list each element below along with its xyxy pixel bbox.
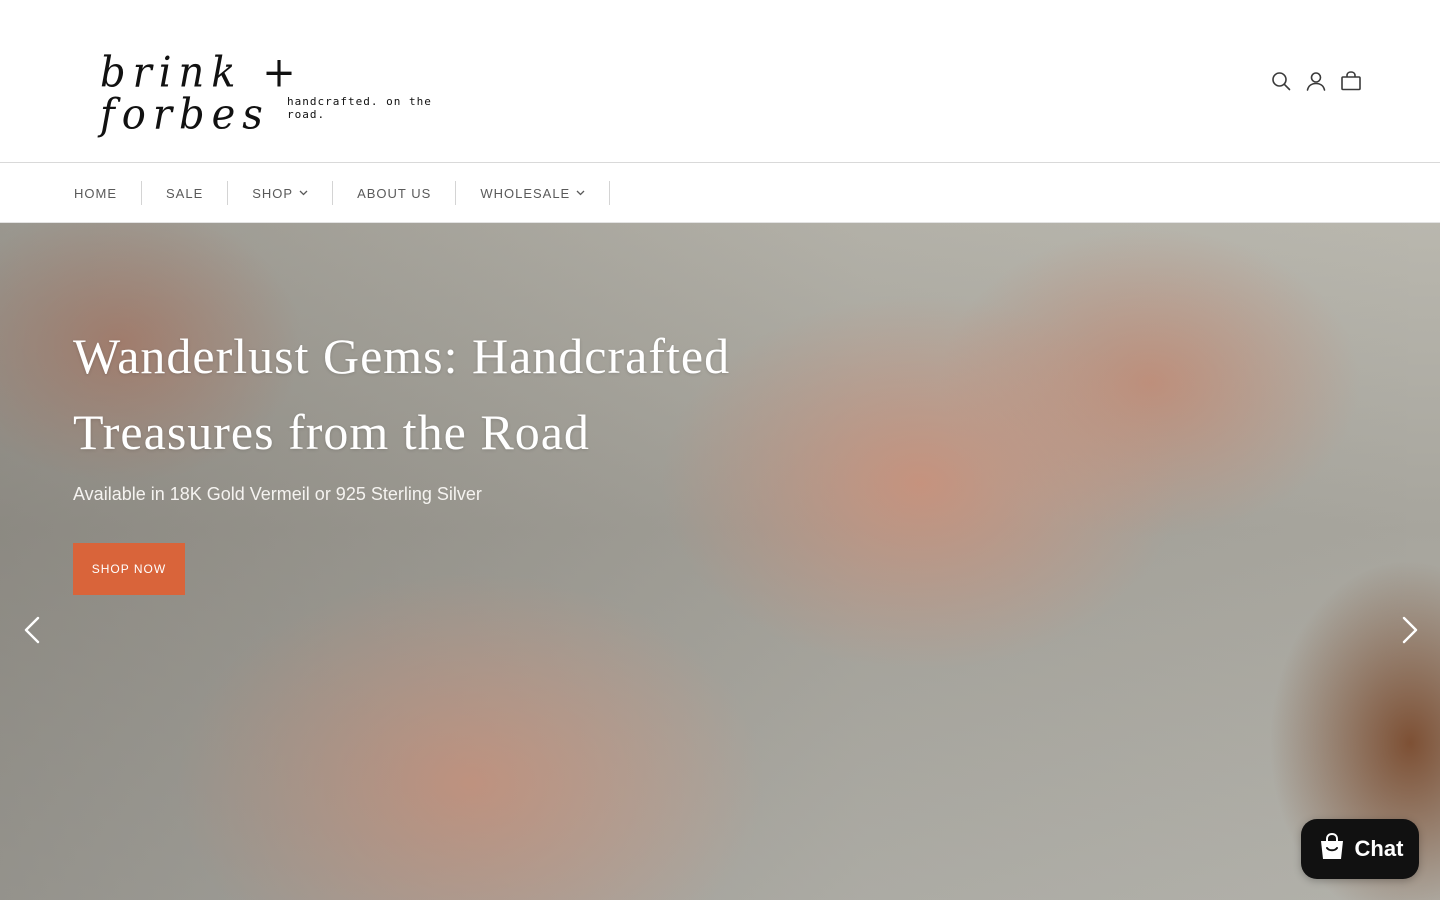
chat-bag-icon bbox=[1317, 832, 1347, 866]
nav-item-label: SHOP bbox=[252, 185, 294, 201]
nav-list: HOME SALE SHOP ABOUT US WHOLESALE bbox=[50, 181, 611, 205]
hero-subtitle: Available in 18K Gold Vermeil or 925 Ste… bbox=[73, 484, 482, 504]
chevron-right-icon[interactable] bbox=[1395, 613, 1425, 647]
hero-slideshow: Wanderlust Gems: Handcrafted Treasures f… bbox=[0, 223, 1440, 900]
header-actions bbox=[1270, 70, 1362, 92]
nav-item-label: HOME bbox=[74, 185, 117, 201]
nav-item-label: WHOLESALE bbox=[480, 185, 571, 201]
hero-title-line-1: Wanderlust Gems: Handcrafted bbox=[73, 328, 731, 384]
shop-now-button[interactable]: SHOP NOW bbox=[73, 543, 185, 595]
hero-content: Wanderlust Gems: Handcrafted Treasures f… bbox=[73, 318, 853, 595]
hero-title-line-2: Treasures from the Road bbox=[73, 404, 590, 460]
logo-tagline: handcrafted. on the road. bbox=[287, 95, 432, 121]
logo-wordmark: brink + forbes bbox=[100, 48, 303, 140]
search-icon[interactable] bbox=[1270, 70, 1292, 92]
nav-item-wholesale[interactable]: WHOLESALE bbox=[456, 181, 611, 205]
nav-item-label: ABOUT US bbox=[357, 185, 432, 201]
nav-item-about-us[interactable]: ABOUT US bbox=[333, 181, 457, 205]
brand-logo[interactable]: brink + forbes handcrafted. on the road. bbox=[100, 48, 460, 136]
chat-label: Chat bbox=[1354, 836, 1404, 861]
nav-item-home[interactable]: HOME bbox=[50, 181, 142, 205]
chevron-down-icon bbox=[299, 190, 308, 196]
nav-item-sale[interactable]: SALE bbox=[142, 181, 229, 205]
chat-button[interactable]: Chat bbox=[1301, 819, 1419, 879]
hero-title: Wanderlust Gems: Handcrafted Treasures f… bbox=[73, 318, 853, 470]
chevron-left-icon[interactable] bbox=[17, 613, 47, 647]
cart-icon[interactable] bbox=[1340, 70, 1362, 92]
nav-item-label: SALE bbox=[166, 185, 204, 201]
chevron-down-icon bbox=[576, 190, 585, 196]
account-icon[interactable] bbox=[1305, 70, 1327, 92]
main-navigation: HOME SALE SHOP ABOUT US WHOLESALE bbox=[0, 163, 1440, 223]
site-header: brink + forbes handcrafted. on the road. bbox=[0, 0, 1440, 163]
nav-item-shop[interactable]: SHOP bbox=[228, 181, 334, 205]
